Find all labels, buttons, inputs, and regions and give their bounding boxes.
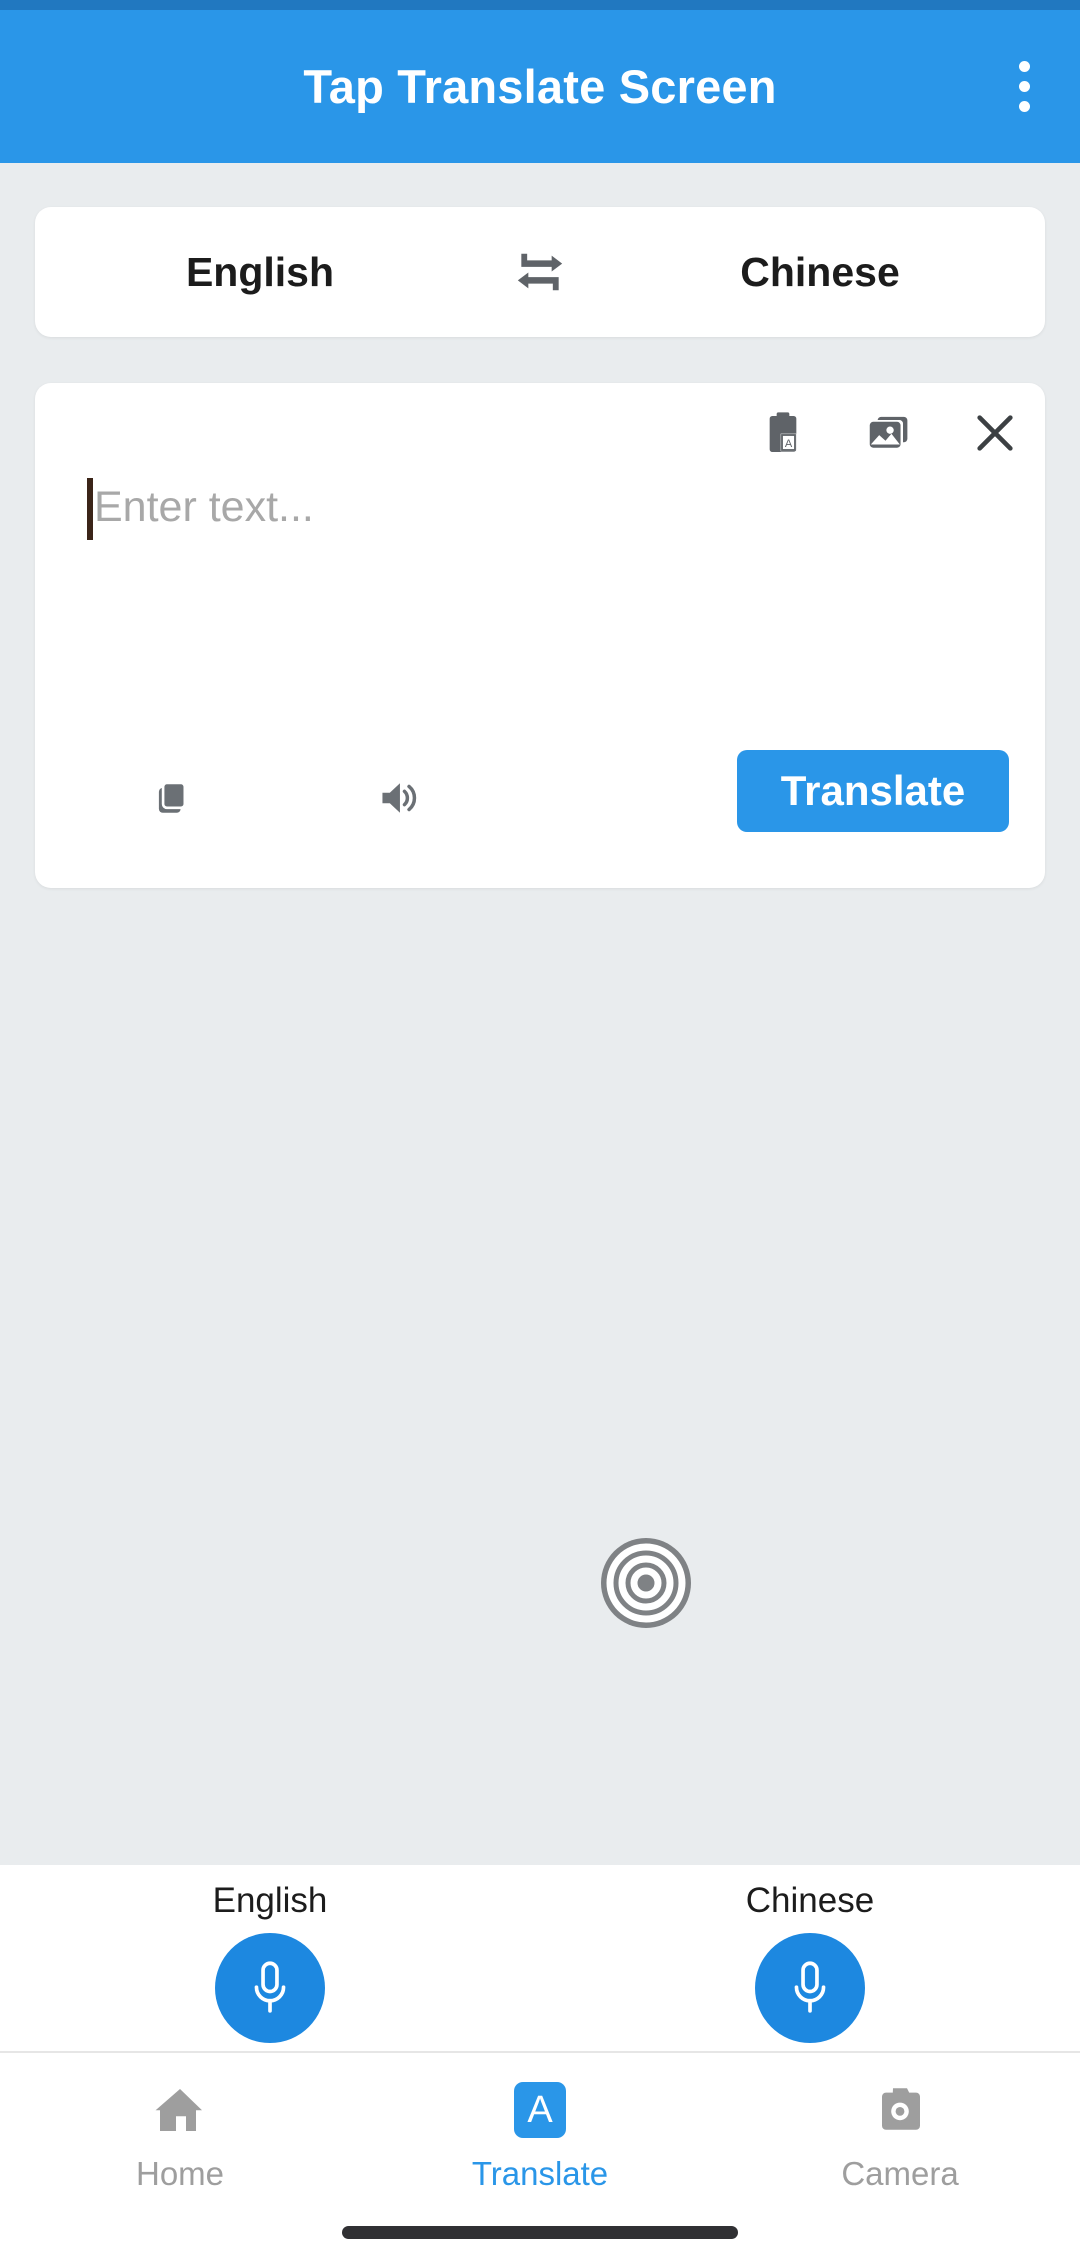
speaker-icon bbox=[382, 783, 417, 813]
app-bar: Tap Translate Screen bbox=[0, 10, 1080, 163]
swap-languages-button[interactable] bbox=[485, 244, 595, 300]
bottom-navigation-bar: Home A Translate Camera bbox=[0, 2053, 1080, 2257]
mic-label-target: Chinese bbox=[745, 1881, 875, 1920]
more-vert-icon[interactable] bbox=[992, 41, 1056, 133]
mic-button-target[interactable]: Chinese bbox=[660, 1865, 960, 2053]
dot bbox=[1018, 61, 1030, 72]
camera-icon bbox=[882, 2088, 920, 2130]
microphone-icon bbox=[254, 1961, 286, 2013]
mic-label-source: English bbox=[212, 1881, 328, 1920]
home-indicator[interactable] bbox=[342, 2226, 738, 2239]
mic-circle-source[interactable] bbox=[215, 1933, 325, 2043]
status-bar bbox=[0, 0, 1080, 10]
paste-clipboard-button[interactable]: A bbox=[755, 405, 811, 461]
dot bbox=[1018, 101, 1030, 112]
svg-text:A: A bbox=[785, 438, 793, 450]
voice-input-section: English Chinese bbox=[0, 1865, 1080, 2053]
source-language-button[interactable]: English bbox=[35, 249, 485, 296]
language-selector-card: English Chinese bbox=[35, 207, 1045, 337]
input-bottom-actions: Translate bbox=[35, 728, 1045, 888]
nav-item-camera[interactable]: Camera bbox=[720, 2053, 1080, 2257]
text-input-card: A Enter text... Translate bbox=[35, 383, 1045, 888]
translate-icon-box: A bbox=[514, 2079, 566, 2141]
app-screen: Tap Translate Screen English Chinese A E… bbox=[0, 0, 1080, 2257]
close-button[interactable] bbox=[967, 405, 1023, 461]
nav-item-home[interactable]: Home bbox=[0, 2053, 360, 2257]
nav-label-camera: Camera bbox=[841, 2155, 959, 2192]
nav-label-translate: Translate bbox=[471, 2155, 609, 2192]
text-input-placeholder: Enter text... bbox=[94, 483, 314, 531]
dot bbox=[1018, 81, 1030, 92]
mic-circle-target[interactable] bbox=[755, 1933, 865, 2043]
text-cursor bbox=[87, 478, 93, 540]
copy-icon bbox=[158, 781, 187, 813]
target-language-button[interactable]: Chinese bbox=[595, 249, 1045, 296]
nav-label-home: Home bbox=[135, 2155, 225, 2192]
page-title: Tap Translate Screen bbox=[303, 60, 777, 113]
image-gallery-button[interactable] bbox=[861, 405, 917, 461]
speaker-button[interactable] bbox=[373, 770, 429, 826]
home-icon bbox=[155, 2089, 202, 2131]
image-gallery-icon bbox=[869, 416, 908, 448]
mic-button-source[interactable]: English bbox=[120, 1865, 420, 2053]
copy-button[interactable] bbox=[147, 770, 203, 826]
bullseye-target-icon[interactable] bbox=[600, 1537, 692, 1629]
swap-horizontal-icon bbox=[517, 253, 563, 291]
input-top-actions: A bbox=[755, 405, 1023, 461]
microphone-icon bbox=[794, 1961, 826, 2013]
translate-button[interactable]: Translate bbox=[737, 750, 1009, 832]
home-icon-box bbox=[154, 2079, 206, 2141]
letter-a-icon: A bbox=[514, 2082, 566, 2138]
close-icon bbox=[977, 415, 1013, 451]
text-input-area[interactable]: Enter text... bbox=[87, 476, 993, 716]
paste-clipboard-icon: A bbox=[769, 412, 797, 452]
camera-icon-box bbox=[875, 2079, 925, 2141]
